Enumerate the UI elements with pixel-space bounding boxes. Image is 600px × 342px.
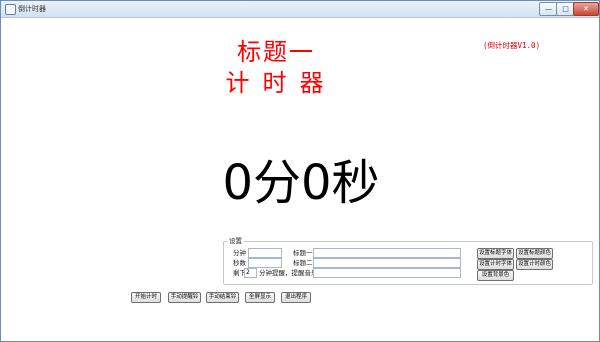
manual-remind-bell-button[interactable]: 手动提醒铃 [168, 292, 201, 303]
version-label: (倒计时器V1.0) [483, 41, 541, 50]
title1-label: 标题一 [293, 249, 313, 257]
title-bar[interactable]: 倒计时器 — □ ✕ [1, 1, 599, 18]
seconds-label: 秒数 [233, 259, 246, 267]
main-window: 倒计时器 — □ ✕ (倒计时器V1.0) 标题一 计时器 0分0秒 设置 分钟… [0, 0, 600, 342]
manual-end-bell-button[interactable]: 手动结束铃 [206, 292, 239, 303]
set-background-button[interactable]: 设置背景色 [477, 270, 514, 281]
settings-group-label: 设置 [227, 237, 244, 245]
seconds-input[interactable] [248, 258, 282, 268]
title2-input[interactable] [313, 258, 461, 268]
title-line-1: 标题一 [237, 38, 315, 66]
set-timer-color-button[interactable]: 设置计时颜色 [516, 259, 553, 270]
close-button[interactable]: ✕ [573, 2, 599, 16]
app-icon [5, 4, 16, 15]
exit-program-button[interactable]: 退出程序 [281, 292, 311, 303]
remaining-minutes-input[interactable]: 2 [244, 268, 257, 278]
reminder-music-input[interactable] [313, 268, 461, 278]
set-title-color-button[interactable]: 设置标题颜色 [516, 248, 553, 259]
title-line-2: 计时器 [225, 69, 337, 97]
window-title: 倒计时器 [18, 5, 46, 13]
minutes-label: 分钟 [233, 249, 246, 257]
title2-label: 标题二 [293, 259, 313, 267]
fullscreen-button[interactable]: 全屏显示 [245, 292, 275, 303]
minutes-input[interactable] [248, 248, 282, 258]
title1-input[interactable] [313, 248, 461, 258]
set-title-font-button[interactable]: 设置标题字体 [477, 248, 514, 259]
timer-display: 0分0秒 [222, 155, 380, 211]
start-timer-button[interactable]: 开始计时 [131, 292, 161, 303]
set-timer-font-button[interactable]: 设置计时字体 [477, 259, 514, 270]
